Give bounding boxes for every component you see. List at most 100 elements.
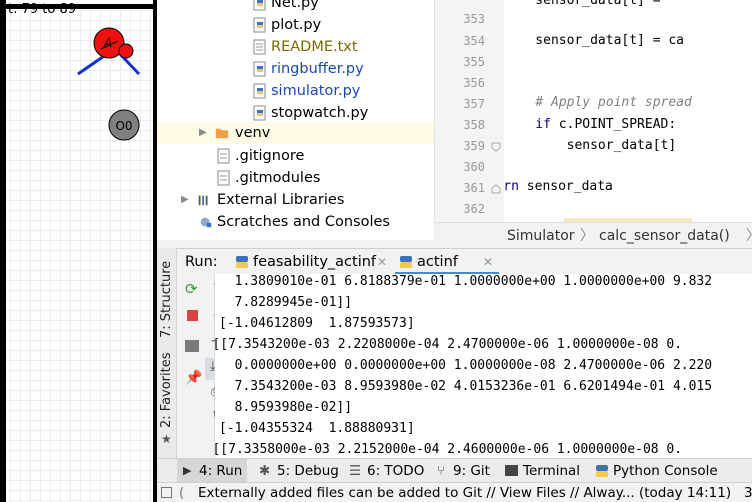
- code-line: sensor_data[t] =: [504, 0, 669, 8]
- line-number: 356: [463, 76, 485, 90]
- line-number: 358: [463, 118, 485, 132]
- tree-item-external-libraries[interactable]: ▶ External Libraries: [157, 189, 434, 211]
- python-file-icon: [253, 61, 266, 77]
- code-text: sensor_data: [518, 179, 613, 194]
- tree-item-plot-py[interactable]: plot.py: [157, 14, 434, 36]
- python-console-tool-tab[interactable]: Python Console: [593, 459, 718, 483]
- status-message[interactable]: Externally added files can be added to G…: [198, 483, 731, 502]
- tool-tab-label: Python Console: [613, 463, 718, 479]
- simulator-canvas: A O0: [0, 0, 157, 502]
- python-file-icon: [253, 105, 266, 121]
- favorites-tool-tab[interactable]: 2: Favorites: [159, 352, 174, 428]
- line-number: 361: [463, 181, 485, 195]
- fold-icon[interactable]: [491, 184, 501, 194]
- close-icon[interactable]: ✕: [377, 249, 387, 275]
- side-tool-strip: 7: Structure 2: Favorites ★: [157, 248, 177, 458]
- simulator-window: A O0 t: 79 to 89: [0, 0, 157, 502]
- python-file-icon: [253, 17, 266, 33]
- pin-icon[interactable]: 📌: [185, 370, 202, 386]
- breadcrumb-item[interactable]: calc_sensor_data(): [599, 223, 730, 248]
- branch-icon: ⑂: [437, 463, 446, 479]
- terminal-tool-tab[interactable]: Terminal: [503, 459, 583, 483]
- code-line: sensor_data[t] = ca: [504, 33, 685, 48]
- code-editor[interactable]: sensor_data[t] = sensor_data[t] = ca # A…: [504, 0, 752, 222]
- console-line: [-1.04355324 1.88880931]: [219, 421, 415, 436]
- agent-label: A: [103, 36, 112, 50]
- python-icon: [236, 256, 248, 268]
- code-comment: # Apply point spread: [504, 95, 692, 110]
- breadcrumb-separator: 〉: [580, 228, 594, 244]
- console-line: 7.3543200e-03 8.9593980e-02 4.0153236e-0…: [219, 379, 713, 394]
- line-number: 353: [463, 12, 485, 26]
- status-extra: 3: [744, 485, 752, 501]
- tree-item-gitignore[interactable]: .gitignore: [157, 145, 434, 167]
- todo-tool-tab[interactable]: ☰ 6: TODO: [345, 459, 424, 483]
- tree-item-gitmodules[interactable]: .gitmodules: [157, 167, 434, 189]
- scratches-icon: [200, 217, 212, 228]
- console-line: 0.0000000e+00 0.0000000e+00 1.0000000e-0…: [219, 358, 713, 373]
- debug-tool-tab[interactable]: ✱ 5: Debug: [255, 459, 339, 483]
- line-number: 359: [463, 139, 485, 153]
- tree-item-label: .gitignore: [235, 148, 305, 164]
- tree-item-stopwatch-py[interactable]: stopwatch.py: [157, 102, 434, 124]
- run-toolbar: ⟳ ↑ ↓ ⇥ 📌 ⤓ ⎙ 🗑: [177, 274, 228, 458]
- run-tab-actinf[interactable]: actinf ✕: [395, 249, 499, 275]
- run-tool-tab[interactable]: ▶ 4: Run: [177, 459, 247, 483]
- tree-item-scratches[interactable]: Scratches and Consoles: [157, 211, 434, 233]
- python-icon: [400, 256, 412, 268]
- arena-left-wall: [0, 0, 6, 502]
- editor-gutter: 353 354 356 355 357 358 359 360 361 362: [434, 0, 504, 222]
- breadcrumb-separator: 〉: [746, 223, 752, 248]
- status-bar: ( Externally added files can be added to…: [157, 482, 752, 502]
- console-line: [-1.04612809 1.87593573]: [219, 316, 415, 331]
- line-number: 354: [463, 34, 485, 48]
- simulator-time-title: t: 79 to 89: [8, 2, 77, 17]
- tree-item-net-py[interactable]: Net.py: [157, 0, 434, 14]
- toggle-tool-windows-icon[interactable]: [161, 487, 172, 498]
- tree-item-label: simulator.py: [271, 83, 361, 99]
- run-tab-label: actinf: [417, 254, 458, 270]
- console-output[interactable]: 1.3809010e-01 6.8188379e-01 1.0000000e+0…: [215, 274, 752, 458]
- code-line: if c.POINT_SPREAD:: [504, 117, 676, 132]
- run-tab-label: feasability_actinf: [253, 254, 377, 270]
- line-number: 357: [463, 97, 485, 111]
- tool-tab-label: 5: Debug: [277, 463, 339, 479]
- console-line: 1.3809010e-01 6.8188379e-01 1.0000000e+0…: [219, 274, 713, 289]
- text-file-icon: [217, 148, 230, 164]
- structure-tool-tab[interactable]: 7: Structure: [159, 261, 174, 338]
- tree-item-simulator-py[interactable]: simulator.py: [157, 80, 434, 102]
- git-tool-tab[interactable]: ⑂ 9: Git: [435, 459, 495, 483]
- ide-window: Net.py plot.py README.txt ringbuffer.py …: [157, 0, 752, 502]
- play-icon: ▶: [183, 464, 192, 477]
- tree-item-label: Net.py: [271, 0, 319, 11]
- breadcrumb-item[interactable]: Simulator: [507, 223, 575, 248]
- code-keyword: if: [504, 117, 551, 132]
- tool-tab-label: 6: TODO: [367, 463, 425, 479]
- python-file-icon: [253, 83, 266, 99]
- fold-icon[interactable]: [491, 142, 501, 152]
- tree-item-readme[interactable]: README.txt: [157, 36, 434, 58]
- python-file-icon: [253, 0, 266, 11]
- tree-item-label: README.txt: [271, 39, 358, 55]
- console-line: 8.9593980e-02]]: [219, 400, 353, 415]
- text-file-icon: [217, 170, 230, 186]
- list-icon: ☰: [349, 463, 362, 479]
- close-icon[interactable]: ✕: [483, 249, 493, 275]
- rerun-icon[interactable]: ⟳: [185, 280, 198, 298]
- stop-icon[interactable]: [187, 310, 198, 321]
- project-tree: Net.py plot.py README.txt ringbuffer.py …: [157, 0, 434, 240]
- code-line: sensor_data[t]: [504, 138, 677, 153]
- tree-item-venv[interactable]: ▶ venv: [157, 122, 434, 144]
- chevron-right-icon[interactable]: ▶: [181, 189, 189, 211]
- layout-icon[interactable]: [185, 340, 199, 352]
- run-panel-header: Run: feasability_actinf ✕ actinf ✕: [157, 248, 752, 275]
- tree-item-label: External Libraries: [217, 192, 345, 208]
- obstacle-label: O0: [115, 119, 132, 133]
- code-keyword: return: [504, 179, 519, 194]
- tree-item-label: ringbuffer.py: [271, 61, 364, 77]
- tree-item-ringbuffer-py[interactable]: ringbuffer.py: [157, 58, 434, 80]
- code-text: c.POINT_SPREAD:: [550, 117, 677, 132]
- tree-item-label: venv: [235, 125, 271, 141]
- chevron-right-icon[interactable]: ▶: [199, 122, 207, 144]
- bug-icon: ✱: [259, 463, 271, 479]
